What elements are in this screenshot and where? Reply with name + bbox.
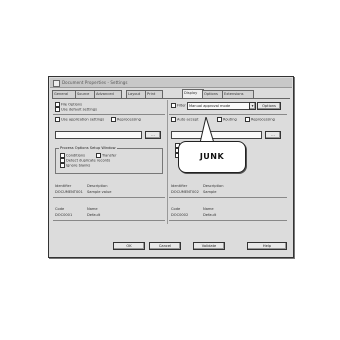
left-pane: File Options Use default settings Use ap… <box>53 100 165 224</box>
callout-text: JUNK <box>199 152 225 161</box>
help-button[interactable]: Help <box>247 242 287 250</box>
callout-tail <box>199 117 215 143</box>
divider <box>169 114 287 115</box>
dropdown-arrow-icon[interactable]: ▾ <box>249 102 256 110</box>
checkbox-icon[interactable] <box>55 107 60 112</box>
right-value-code: DOC0002 <box>171 213 189 217</box>
left-browse-button[interactable]: ... <box>145 131 161 139</box>
checkbox-label: File Options <box>61 102 83 107</box>
tab-advanced[interactable]: Advanced <box>94 90 122 98</box>
checkbox-icon[interactable] <box>55 117 60 122</box>
divider <box>169 220 287 221</box>
validate-button[interactable]: Validate <box>193 242 225 250</box>
checkbox-label: Transfer <box>102 153 117 158</box>
checkbox-label: Detect duplicate records <box>66 158 111 163</box>
group-label: Process Options Setup Window <box>59 146 117 151</box>
tab-extensions[interactable]: Extensions <box>222 90 254 98</box>
left-value-identifier: DOCUMENT001 <box>55 190 83 194</box>
left-path-field[interactable] <box>55 131 142 139</box>
tab-strip: General Source Advanced Layout Print Dis… <box>52 89 290 98</box>
checkbox-icon[interactable] <box>60 163 65 168</box>
left-check-default[interactable]: Use default settings <box>55 107 97 113</box>
right-browse-button[interactable]: ... <box>265 131 281 139</box>
checkbox-icon[interactable] <box>171 103 176 108</box>
checkbox-icon[interactable] <box>245 117 250 122</box>
left-label-name: Name <box>87 207 98 211</box>
checkbox-label: Reprocessing <box>251 117 275 122</box>
tab-divider <box>52 98 290 99</box>
junk-callout: JUNK <box>178 141 246 173</box>
right-filter-field[interactable]: Manual approval mode <box>187 102 250 110</box>
tab-print[interactable]: Print <box>145 90 163 98</box>
left-value-description: Sample value <box>87 190 112 194</box>
ok-button[interactable]: OK <box>113 242 145 250</box>
right-options-button[interactable]: Options <box>257 102 281 110</box>
process-options-group: Process Options Setup Window Conditions … <box>55 146 163 174</box>
left-label-description: Description <box>87 184 108 188</box>
right-label-identifier: Identifier <box>171 184 188 188</box>
right-check-reprocessing[interactable]: Reprocessing <box>245 117 275 123</box>
divider <box>53 220 165 221</box>
opt-ignore-blanks[interactable]: Ignore blanks <box>60 163 90 169</box>
checkbox-label: Routing <box>223 117 237 122</box>
left-label-identifier: Identifier <box>55 184 72 188</box>
pane-separator <box>167 100 168 224</box>
properties-dialog: Document Properties - Settings General S… <box>48 76 294 258</box>
title-bar[interactable]: Document Properties - Settings <box>50 78 292 88</box>
checkbox-label: Use application settings <box>61 117 105 122</box>
checkbox-icon[interactable] <box>111 117 116 122</box>
left-value-code: DOC0001 <box>55 213 73 217</box>
left-check-app-settings[interactable]: Use application settings <box>55 117 104 123</box>
field-label: Filter <box>177 103 186 108</box>
app-icon <box>53 80 60 87</box>
right-label-name: Name <box>203 207 214 211</box>
cancel-button[interactable]: Cancel <box>149 242 181 250</box>
checkbox-icon[interactable] <box>171 117 176 122</box>
checkbox-label: Use default settings <box>61 107 97 112</box>
tab-display[interactable]: Display <box>182 89 204 98</box>
divider <box>53 197 165 198</box>
right-filter-label: Filter <box>171 103 186 109</box>
checkbox-label: Ignore blanks <box>66 163 91 168</box>
right-label-description: Description <box>203 184 224 188</box>
right-value-identifier: DOCUMENT002 <box>171 190 199 194</box>
window-title: Document Properties - Settings <box>62 80 128 85</box>
checkbox-label: Reprocessing <box>117 117 141 122</box>
right-value-name: Default <box>203 213 217 217</box>
left-value-name: Default <box>87 213 101 217</box>
tab-options[interactable]: Options <box>202 90 224 98</box>
right-value-description: Sample <box>203 190 217 194</box>
right-label-code: Code <box>171 207 181 211</box>
divider <box>53 114 165 115</box>
divider <box>169 197 287 198</box>
left-label-code: Code <box>55 207 65 211</box>
checkbox-label: Conditions <box>66 153 86 158</box>
left-check-reprocessing[interactable]: Reprocessing <box>111 117 141 123</box>
